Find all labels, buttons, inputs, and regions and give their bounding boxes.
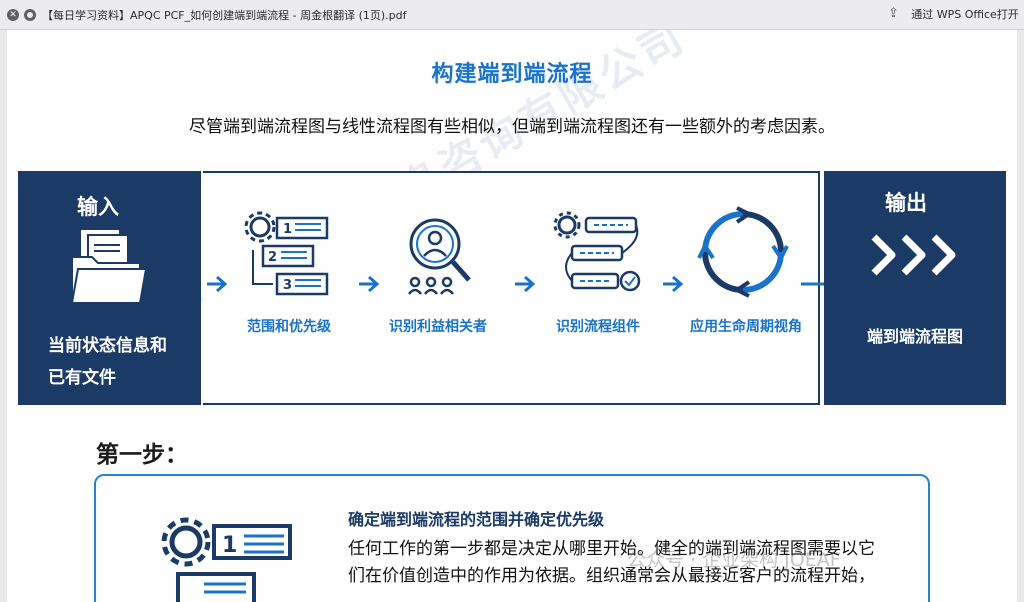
window-titlebar: ✕ 【每日学习资料】APQC PCF_如何创建端到端流程 - 周金根翻译 (1页…	[0, 0, 1024, 30]
arrow-right-icon	[207, 275, 228, 293]
intro-text: 尽管端到端流程图与线性流程图有些相似，但端到端流程图还有一些额外的考虑因素。	[189, 117, 835, 137]
step-label-stakeholders: 识别利益相关者	[389, 319, 487, 335]
input-label-line2: 已有文件	[48, 368, 116, 388]
open-with-wps-button[interactable]: 通过 WPS Office打开	[910, 5, 1020, 25]
document-page: 北京捷创信息咨询有限公司 构建端到端流程 尽管端到端流程图与线性流程图有些相似，…	[7, 30, 1017, 602]
step-one-title: 确定端到端流程的范围并确定优先级	[348, 510, 605, 529]
step-one-body-line1: 任何工作的第一步都是决定从哪里开始。健全的端到端流程图需要以它	[348, 539, 875, 559]
step-label-scope: 范围和优先级	[247, 319, 331, 335]
input-label-line1: 当前状态信息和	[48, 336, 167, 356]
input-title: 输入	[77, 195, 119, 219]
arrow-right-icon	[515, 275, 536, 293]
step-one-body-line2: 们在价值创造中的作用为依据。组织通常会从最接近客户的流程开始，	[348, 566, 875, 586]
svg-text:1: 1	[222, 533, 237, 558]
svg-text:3: 3	[283, 278, 292, 293]
scope-priority-icon: 1	[161, 517, 292, 602]
stakeholders-icon	[408, 218, 471, 295]
share-icon[interactable]: ⇪	[888, 6, 899, 21]
svg-text:1: 1	[283, 222, 292, 237]
input-label: 当前状态信息和 已有文件	[48, 330, 198, 394]
input-box: 输入 当前状态信息和 已有文件	[18, 171, 201, 405]
svg-text:2: 2	[268, 250, 277, 265]
chevrons-right-icon	[871, 234, 956, 276]
step-label-lifecycle: 应用生命周期视角	[690, 319, 802, 335]
scope-priority-icon: 1 2 3	[244, 211, 329, 296]
step-one-heading: 第一步：	[96, 442, 188, 468]
step-one-body: 任何工作的第一步都是决定从哪里开始。健全的端到端流程图需要以它 们在价值创造中的…	[348, 536, 918, 590]
documents-folder-icon	[70, 228, 148, 304]
step-label-components: 识别流程组件	[556, 319, 640, 335]
output-title: 输出	[885, 191, 927, 215]
preview-icon[interactable]	[24, 9, 36, 21]
arrow-right-icon	[359, 275, 380, 293]
close-icon[interactable]: ✕	[7, 9, 19, 21]
step-one-box: 1 确定端到端流程的范围并确定优先级 任何工作的第一步都是决定从哪里开始。健全的…	[94, 474, 930, 602]
output-box: 输出 端到端流程图	[824, 171, 1006, 405]
output-label: 端到端流程图	[866, 327, 963, 346]
page-title: 构建端到端流程	[431, 62, 593, 87]
process-components-icon	[553, 211, 641, 292]
arrow-right-icon	[663, 275, 684, 293]
lifecycle-icon	[697, 206, 789, 298]
window-title: 【每日学习资料】APQC PCF_如何创建端到端流程 - 周金根翻译 (1页).…	[42, 9, 407, 22]
